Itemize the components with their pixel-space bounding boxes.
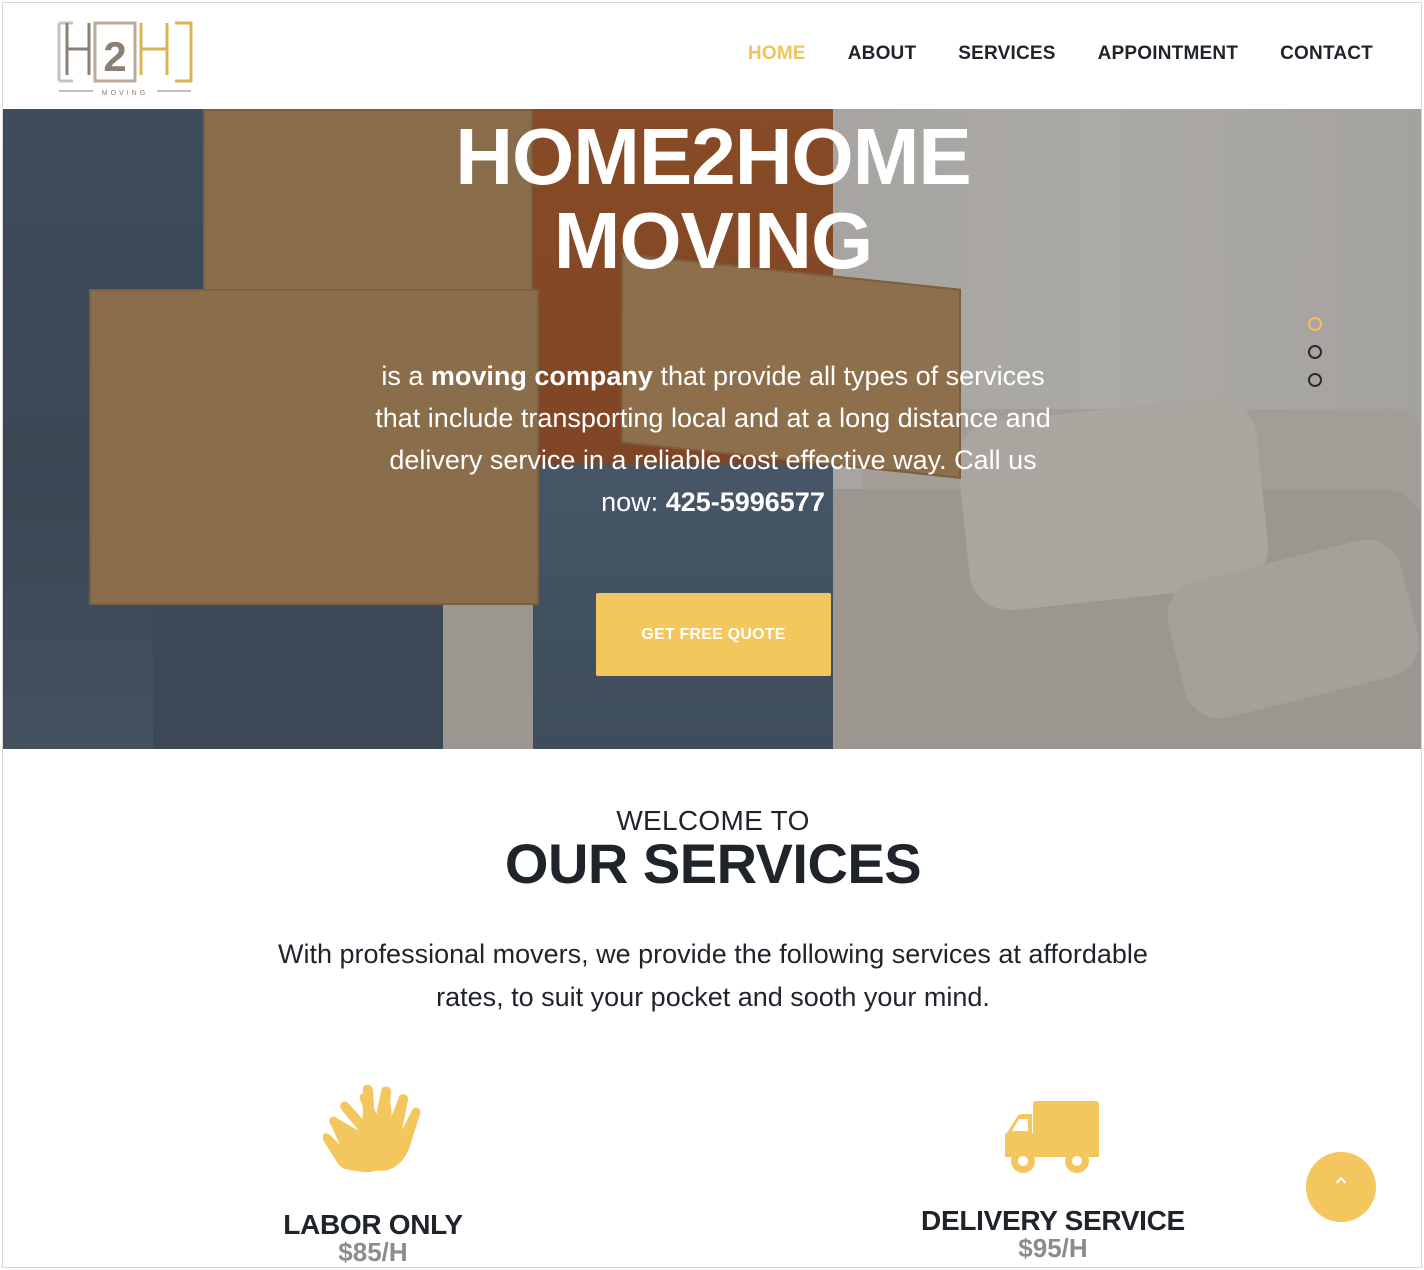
hero-title-line2: MOVING	[553, 196, 873, 285]
service-card-delivery[interactable]: DELIVERY SERVICE $95/H	[893, 1079, 1213, 1264]
nav-services[interactable]: SERVICES	[958, 43, 1055, 65]
svg-text:2: 2	[103, 33, 126, 80]
hero-title-line1: HOME2HOME	[455, 112, 971, 201]
service-price-labor: $85/H	[338, 1237, 408, 1267]
slider-pagination	[1308, 317, 1322, 387]
slider-dot-1[interactable]	[1308, 317, 1322, 331]
hero-desc-part1: is a	[381, 361, 431, 391]
site-header: 2 MOVING HOME ABOUT SERVICES APPOINTMENT…	[3, 3, 1421, 109]
services-title: OUR SERVICES	[504, 832, 922, 895]
nav-about[interactable]: ABOUT	[848, 43, 917, 65]
gloves-icon	[323, 1084, 421, 1173]
hero-desc-bold: moving company	[430, 361, 653, 391]
hero-description: is a moving company that provide all typ…	[363, 355, 1063, 523]
slider-dot-2[interactable]	[1308, 345, 1322, 359]
service-price-delivery: $95/H	[1018, 1233, 1088, 1263]
slider-dot-3[interactable]	[1308, 373, 1322, 387]
hero-phone[interactable]: 425-5996577	[666, 487, 825, 517]
site-logo[interactable]: 2 MOVING	[55, 17, 195, 97]
nav-home[interactable]: HOME	[748, 43, 806, 65]
services-section: WELCOME TO OUR SERVICES With professiona…	[3, 749, 1421, 1267]
nav-contact[interactable]: CONTACT	[1280, 43, 1373, 65]
services-intro: With professional movers, we provide the…	[278, 939, 1148, 1012]
truck-icon	[1005, 1101, 1099, 1173]
hero-title: HOME2HOME MOVING	[3, 112, 1421, 285]
page-frame: 2 MOVING HOME ABOUT SERVICES APPOINTMENT…	[2, 2, 1422, 1268]
service-card-labor[interactable]: LABOR ONLY $85/H	[213, 1079, 533, 1267]
logo-subtitle: MOVING	[102, 90, 148, 97]
get-free-quote-button[interactable]: GET FREE QUOTE	[596, 593, 831, 676]
nav-appointment[interactable]: APPOINTMENT	[1098, 43, 1238, 65]
chevron-up-icon: ⌃	[1330, 1173, 1352, 1201]
main-nav: HOME ABOUT SERVICES APPOINTMENT CONTACT	[748, 43, 1373, 65]
hero-slider: HOME2HOME MOVING is a moving company tha…	[3, 109, 1421, 749]
back-to-top-button[interactable]: ⌃	[1306, 1152, 1376, 1222]
